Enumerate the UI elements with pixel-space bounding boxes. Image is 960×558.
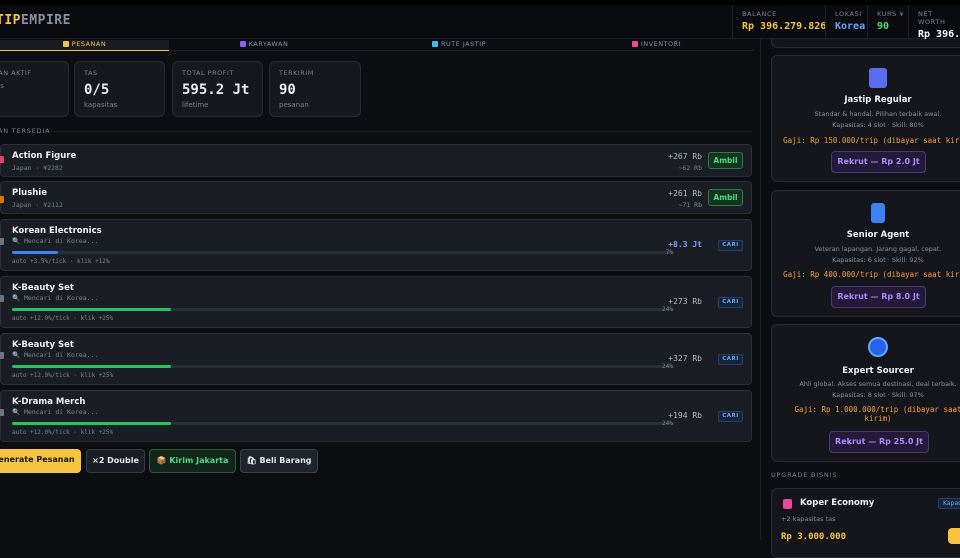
bag-capacity-card: TAS 0/5 kapasitas [74,61,165,117]
electronics-icon [0,238,4,245]
suitcase-icon [783,499,792,509]
net-worth-stat: NET WORTH Rp 396.3 [908,5,960,39]
search-progress-bar [12,308,674,311]
search-status-badge: CARI [718,354,743,365]
box-icon [631,41,638,47]
tab-rute-jastip[interactable]: RUTE JASTIP [359,40,559,51]
balance-stat: BALANCE Rp 396.279.826 [732,5,826,39]
header-bar: TIPEMPIRE BALANCE Rp 396.279.826 LOKASI … [0,5,960,39]
search-status-badge: CARI [718,240,743,251]
buy-upgrade-button[interactable] [948,528,960,544]
merch-icon [0,409,4,416]
divider [50,131,752,132]
cosmetics-icon [0,352,4,359]
search-row: Korean Electronics 🔍 Mencari di Korea...… [0,219,752,271]
map-icon [431,41,438,47]
teddy-bear-icon [0,196,4,203]
capacity-badge: Kapas [938,498,960,509]
search-progress-bar [12,251,674,254]
progress-fill [12,251,59,254]
buy-goods-button[interactable]: 🛍 Beli Barang [240,449,318,473]
robot-icon [0,156,4,163]
search-status-badge: CARI [718,297,743,308]
app-logo: TIPEMPIRE [0,13,71,28]
double-button[interactable]: ×2 Double [86,449,145,473]
tab-bar: PESANAN KARYAWAN RUTE JASTIP INVENTORI [0,40,760,51]
suit-icon [869,68,887,88]
progress-fill [12,422,171,425]
search-row: K-Beauty Set 🔍 Mencari di Korea... +273 … [0,276,752,328]
recruit-button[interactable]: Rekrut — Rp 2.0 Jt [831,151,926,173]
recruit-button[interactable]: Rekrut — Rp 25.0 Jt [829,431,929,453]
active-orders-card: ANAN AKTIF oses [0,61,69,117]
take-order-button[interactable]: Ambil [708,189,743,206]
progress-fill [12,308,171,311]
tab-inventori[interactable]: INVENTORI [559,40,754,51]
panel-partial [771,39,960,48]
staff-card-senior-agent: Senior Agent Veteran lapangan. Jarang ga… [771,190,960,317]
exchange-rate-stat: KURS ¥ 90 [867,5,908,39]
search-row: K-Beauty Set 🔍 Mencari di Korea... +327 … [0,333,752,385]
order-row-plushie: Plushie Japan · ¥2112 +261 Rb ~71 Rb Amb… [0,181,752,214]
upgrade-price: Rp 3.000.000 [781,532,847,542]
package-icon [62,41,69,47]
total-profit-card: TOTAL PROFIT 595.2 Jt lifetime [172,61,263,117]
search-progress-bar [12,365,674,368]
tab-karyawan[interactable]: KARYAWAN [169,40,359,51]
panel-divider [760,39,761,540]
people-icon [239,41,246,47]
send-jakarta-button[interactable]: 📦 Kirim Jakarta [149,449,236,473]
luggage-icon [871,203,885,223]
tab-pesanan[interactable]: PESANAN [0,40,169,51]
take-order-button[interactable]: Ambil [708,152,743,169]
staff-card-expert-sourcer: Expert Sourcer Ahli global. Akses semua … [771,324,960,462]
globe-icon [868,337,888,357]
generate-orders-button[interactable]: enerate Pesanan [0,449,81,473]
search-row: K-Drama Merch 🔍 Mencari di Korea... +194… [0,390,752,442]
section-upgrade-heading: UPGRADE BISNIS [771,471,838,479]
order-row-action-figure: Action Figure Japan · ¥2282 +267 Rb ~62 … [0,144,752,177]
search-progress-bar [12,422,674,425]
upgrade-card-koper-economy: Koper Economy Kapas +2 kapasitas tas Rp … [771,488,960,558]
search-status-badge: CARI [718,411,743,422]
cosmetics-icon [0,295,4,302]
section-available-heading: AN TERSEDIA [0,127,51,135]
recruit-button[interactable]: Rekrut — Rp 8.0 Jt [831,286,926,308]
delivered-card: TERKIRIM 90 pesanan [269,61,361,117]
staff-card-jastip-regular: Jastip Regular Standar & handal. Pilihan… [771,55,960,182]
location-stat: LOKASI Korea [825,5,867,39]
progress-fill [12,365,171,368]
